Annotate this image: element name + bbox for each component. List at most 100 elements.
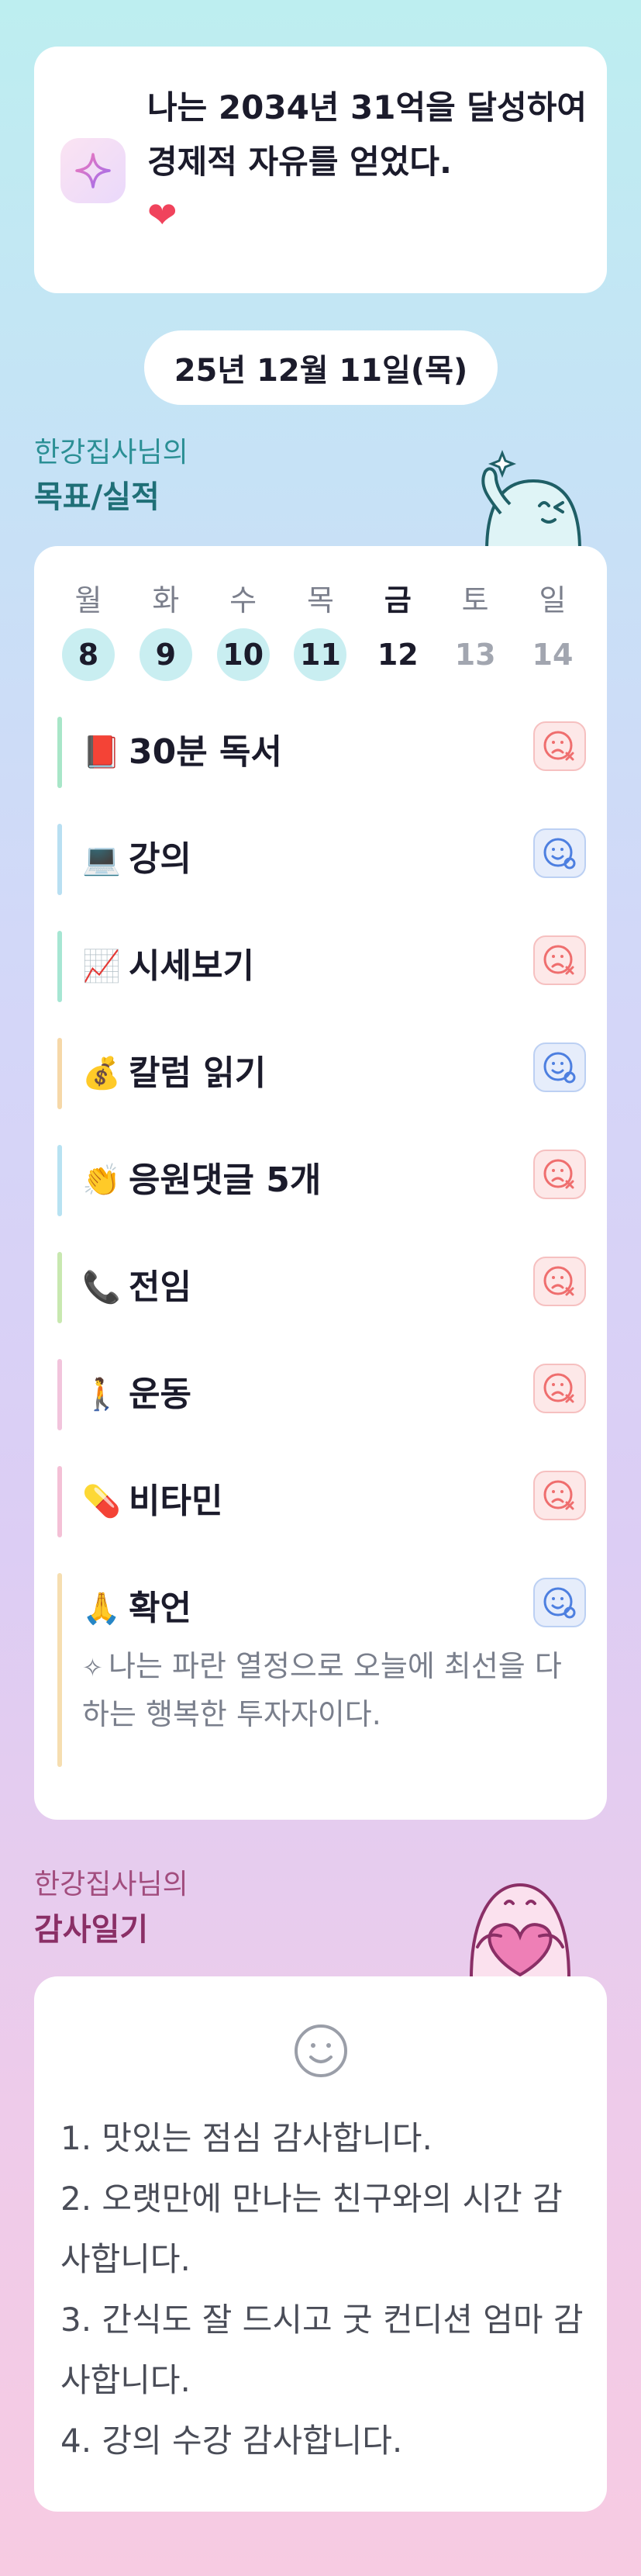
sparkle-small-icon: ✧ — [82, 1653, 103, 1682]
mascot-heart-illustration — [469, 1883, 571, 1978]
habit-color-bar — [57, 1359, 62, 1430]
habit-item: 🚶 운동 — [57, 1351, 586, 1458]
day-name: 일 — [539, 583, 567, 617]
day-name: 수 — [229, 583, 257, 617]
gratitude-list[interactable]: 1. 맛있는 점심 감사합니다. 2. 오랫만에 만나는 친구와의 시간 감사합… — [60, 2108, 588, 2471]
day-number: 12 — [377, 638, 419, 672]
habit-color-bar — [57, 1038, 62, 1109]
day-wed[interactable]: 수 10 — [212, 580, 274, 681]
habit-status-toggle[interactable] — [533, 1364, 586, 1413]
habit-label: 운동 — [129, 1374, 191, 1414]
goal-statement: 나는 2034년 31억을 달성하여 경제적 자유를 얻었다. — [147, 88, 587, 181]
gratitude-entry: 3. 간식도 잘 드시고 굿 컨디션 엄마 감사합니다. — [60, 2301, 584, 2399]
goal-card: 나는 2034년 31억을 달성하여 경제적 자유를 얻었다. ❤ — [34, 47, 607, 293]
habit-color-bar — [57, 1145, 62, 1216]
habit-label: 시세보기 — [129, 946, 254, 986]
habit-list: 📕 30분 독서 💻 강의 📈 시세보기 💰 칼럼 읽기 👏 응원댓글 5개 📞… — [57, 709, 586, 1782]
gratitude-entry: 4. 강의 수강 감사합니다. — [60, 2422, 403, 2460]
habit-label: 응원댓글 5개 — [129, 1160, 322, 1200]
sad-face-icon — [543, 1266, 574, 1296]
pill-icon: 💊 — [82, 1484, 121, 1520]
habit-color-bar — [57, 1252, 62, 1323]
habit-color-bar — [57, 824, 62, 895]
habit-item: 💰 칼럼 읽기 — [57, 1030, 586, 1137]
happy-face-icon — [543, 1052, 576, 1084]
chart-increasing-icon: 📈 — [82, 949, 121, 984]
mascot-wave-illustration — [481, 449, 582, 551]
happy-face-icon — [543, 1587, 576, 1619]
book-icon: 📕 — [82, 735, 121, 770]
money-bag-icon: 💰 — [82, 1056, 121, 1091]
day-name: 토 — [461, 583, 489, 617]
happy-face-icon — [543, 838, 576, 870]
habit-color-bar — [57, 717, 62, 788]
day-sun[interactable]: 일 14 — [522, 580, 584, 681]
habit-item: 📞 전임 — [57, 1244, 586, 1351]
habit-item: 💻 강의 — [57, 816, 586, 923]
sad-face-icon — [543, 945, 574, 975]
goal-text: 나는 2034년 31억을 달성하여 경제적 자유를 얻었다. ❤ — [147, 81, 589, 244]
day-number: 11 — [294, 628, 347, 681]
heart-icon: ❤ — [147, 194, 177, 236]
habit-color-bar — [57, 1466, 62, 1537]
habit-label: 30분 독서 — [129, 732, 282, 772]
sparkle-icon — [60, 138, 126, 203]
day-number: 9 — [139, 628, 192, 681]
smile-icon — [295, 2024, 347, 2077]
day-number: 10 — [216, 628, 270, 681]
habit-label: 비타민 — [129, 1482, 223, 1521]
habit-color-bar — [57, 1573, 62, 1767]
walking-person-icon: 🚶 — [82, 1377, 121, 1412]
day-name: 목 — [307, 583, 334, 617]
day-name: 월 — [74, 583, 102, 617]
habit-item: 🙏 확언 ✧ 나는 파란 열정으로 오늘에 최선을 다하는 행복한 투자자이다. — [57, 1565, 586, 1782]
habit-label: 확언 — [129, 1589, 191, 1628]
habit-item: 💊 비타민 — [57, 1458, 586, 1565]
tracker-section-title: 목표/실적 — [34, 479, 160, 515]
day-thu[interactable]: 목 11 — [289, 580, 351, 681]
habit-status-toggle[interactable] — [533, 1257, 586, 1306]
habit-status-toggle[interactable] — [533, 1043, 586, 1092]
tracker-card: 월8 화9 수 10 목 11 금 12 토 13 일 14 📕 30분 독서 💻 강의 … — [34, 546, 607, 1820]
gratitude-entry: 2. 오랫만에 만나는 친구와의 시간 감사합니다. — [60, 2180, 563, 2278]
habit-status-toggle[interactable] — [533, 828, 586, 878]
day-tue[interactable]: 화9 — [135, 580, 197, 681]
habit-label: 칼럼 읽기 — [129, 1053, 267, 1093]
habit-color-bar — [57, 931, 62, 1002]
sad-face-icon — [543, 1480, 574, 1510]
day-number: 8 — [62, 628, 115, 681]
laptop-icon: 💻 — [82, 842, 121, 877]
sad-face-icon — [543, 1373, 574, 1403]
sad-face-icon — [543, 731, 574, 761]
habit-item: 👏 응원댓글 5개 — [57, 1137, 586, 1244]
day-fri[interactable]: 금 12 — [367, 580, 429, 681]
affirmation-body: 나는 파란 열정으로 오늘에 최선을 다하는 행복한 투자자이다. — [82, 1649, 562, 1731]
habit-status-toggle[interactable] — [533, 1578, 586, 1627]
habit-item: 📈 시세보기 — [57, 923, 586, 1030]
day-name: 화 — [152, 583, 180, 617]
date-selector[interactable]: 25년 12월 11일(목) — [144, 330, 498, 405]
gratitude-section-subtitle: 한강집사님의 — [34, 1869, 188, 1900]
habit-item: 📕 30분 독서 — [57, 709, 586, 816]
day-number: 14 — [532, 638, 574, 672]
day-mon[interactable]: 월8 — [57, 580, 119, 681]
week-strip: 월8 화9 수 10 목 11 금 12 토 13 일 14 — [57, 580, 584, 681]
day-name: 금 — [384, 583, 412, 617]
gratitude-card: 1. 맛있는 점심 감사합니다. 2. 오랫만에 만나는 친구와의 시간 감사합… — [34, 1976, 607, 2512]
clapping-hands-icon: 👏 — [82, 1163, 121, 1198]
gratitude-section-title: 감사일기 — [34, 1912, 149, 1948]
habit-status-toggle[interactable] — [533, 1150, 586, 1199]
day-number: 13 — [454, 638, 496, 672]
day-sat[interactable]: 토 13 — [444, 580, 506, 681]
habit-status-toggle[interactable] — [533, 1471, 586, 1520]
affirmation-text: ✧ 나는 파란 열정으로 오늘에 최선을 다하는 행복한 투자자이다. — [82, 1643, 578, 1738]
habit-status-toggle[interactable] — [533, 935, 586, 985]
tracker-section-subtitle: 한강집사님의 — [34, 437, 188, 469]
telephone-icon: 📞 — [82, 1270, 121, 1305]
folded-hands-icon: 🙏 — [82, 1591, 121, 1627]
habit-label: 전임 — [129, 1267, 191, 1307]
habit-label: 강의 — [129, 839, 191, 879]
habit-status-toggle[interactable] — [533, 721, 586, 771]
sad-face-icon — [543, 1159, 574, 1189]
gratitude-entry: 1. 맛있는 점심 감사합니다. — [60, 2119, 433, 2157]
